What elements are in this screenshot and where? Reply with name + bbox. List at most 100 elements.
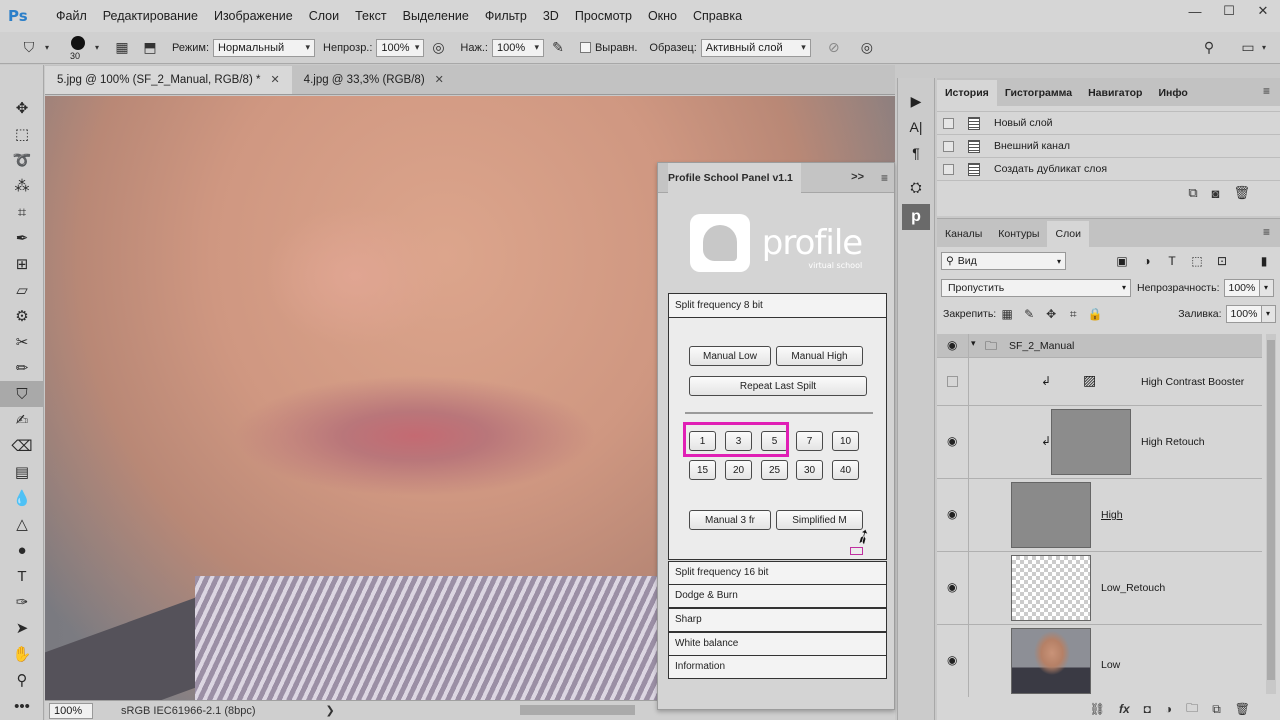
trash-icon[interactable]: 🗑 bbox=[1233, 185, 1250, 201]
mode-select[interactable]: Нормальный ▾ bbox=[213, 38, 316, 57]
horizontal-scrollbar[interactable] bbox=[520, 705, 635, 715]
filter-shape-icon[interactable]: ⬚ bbox=[1187, 254, 1207, 268]
history-brush-tool-icon[interactable]: ✍ bbox=[0, 407, 44, 433]
eraser-tool-icon[interactable]: ⌫ bbox=[0, 433, 44, 459]
filter-smart-object-icon[interactable]: ⊡ bbox=[1212, 254, 1232, 268]
menu-select[interactable]: Выделение bbox=[395, 0, 477, 32]
more-tools-icon[interactable]: ••• bbox=[0, 693, 44, 719]
lock-all-icon[interactable]: 🔒 bbox=[1084, 307, 1106, 321]
flow-field[interactable]: 100% ▾ bbox=[491, 38, 544, 57]
move-tool-icon[interactable]: ✥ bbox=[0, 95, 44, 121]
link-layers-icon[interactable]: ⛓ bbox=[1090, 702, 1105, 716]
close-icon[interactable]: ✕ bbox=[435, 66, 444, 94]
adjustment-layer-icon[interactable]: ◑ bbox=[1165, 702, 1172, 716]
history-item[interactable]: Создать дубликат слоя bbox=[937, 158, 1280, 181]
eye-icon[interactable]: ◉ bbox=[947, 507, 957, 521]
sample-select[interactable]: Активный слой ▾ bbox=[700, 38, 811, 57]
patch-tool-icon[interactable]: ▱ bbox=[0, 277, 44, 303]
menu-image[interactable]: Изображение bbox=[206, 0, 301, 32]
manual-high-button[interactable]: Manual High bbox=[776, 346, 863, 366]
lock-transparent-icon[interactable]: ▦ bbox=[996, 307, 1018, 321]
eye-icon[interactable]: ◉ bbox=[947, 434, 957, 448]
menu-file[interactable]: Файл bbox=[48, 0, 95, 32]
path-selection-tool-icon[interactable]: ➤ bbox=[0, 615, 44, 641]
filter-pixel-icon[interactable]: ▣ bbox=[1112, 254, 1132, 268]
menu-text[interactable]: Текст bbox=[347, 0, 394, 32]
zoom-tool-icon[interactable]: ⚲ bbox=[0, 667, 44, 693]
layer-style-icon[interactable]: fx bbox=[1119, 702, 1130, 716]
tab-history[interactable]: История bbox=[937, 80, 997, 106]
brush-preset-picker[interactable]: 30 bbox=[61, 33, 95, 63]
blend-mode-select[interactable]: Пропустить ▾ bbox=[941, 279, 1131, 297]
white-balance-section[interactable]: White balance bbox=[668, 632, 887, 656]
layer-mask-icon[interactable]: ◘ bbox=[1144, 702, 1151, 716]
repeat-last-split-button[interactable]: Repeat Last Spilt bbox=[689, 376, 867, 396]
chevron-down-icon[interactable]: ▾ bbox=[1259, 279, 1274, 297]
tab-layers[interactable]: Слои bbox=[1047, 221, 1090, 247]
character-panel-icon[interactable]: A| bbox=[898, 114, 934, 140]
simplified-m-button[interactable]: Simplified M bbox=[776, 510, 863, 530]
gradient-tool-icon[interactable]: ▤ bbox=[0, 459, 44, 485]
new-group-icon[interactable]: 🗀 bbox=[1186, 699, 1198, 720]
history-item[interactable]: Новый слой bbox=[937, 112, 1280, 135]
clone-source-panel-icon[interactable]: ⛭ bbox=[898, 174, 934, 200]
opacity-field[interactable]: 100% ▾ bbox=[376, 38, 425, 57]
collapse-chevron-icon[interactable]: >> bbox=[851, 171, 864, 183]
sharpen-tool-icon[interactable]: △ bbox=[0, 511, 44, 537]
manual-3-fr-button[interactable]: Manual 3 fr bbox=[689, 510, 771, 530]
filter-type-icon[interactable]: T bbox=[1162, 254, 1182, 268]
chevron-down-icon[interactable]: ▾ bbox=[1261, 305, 1276, 323]
crop-tool-icon[interactable]: ⌗ bbox=[0, 199, 44, 225]
marquee-tool-icon[interactable]: ⬚ bbox=[0, 121, 44, 147]
clone-stamp-tool-icon[interactable]: ⛉ bbox=[0, 381, 44, 407]
type-tool-icon[interactable]: T bbox=[0, 563, 44, 589]
airbrush-icon[interactable]: ✎ bbox=[547, 37, 569, 59]
search-icon[interactable]: ⚲ bbox=[1198, 37, 1220, 59]
lasso-tool-icon[interactable]: ➰ bbox=[0, 147, 44, 173]
chevron-down-icon[interactable]: ▾ bbox=[95, 43, 99, 52]
ignore-adjustment-icon[interactable]: ⊘ bbox=[823, 37, 845, 59]
information-section[interactable]: Information bbox=[668, 655, 887, 679]
layer-row[interactable]: ◉ ↲ High Retouch bbox=[937, 406, 1262, 479]
dodge-burn-section[interactable]: Dodge & Burn bbox=[668, 584, 887, 608]
chevron-down-icon[interactable]: ▾ bbox=[971, 338, 976, 349]
play-actions-icon[interactable]: ▶ bbox=[898, 88, 934, 114]
radius-7-button[interactable]: 7 bbox=[796, 431, 823, 451]
radius-40-button[interactable]: 40 bbox=[832, 460, 859, 480]
pressure-opacity-icon[interactable]: ◎ bbox=[427, 37, 449, 59]
radius-15-button[interactable]: 15 bbox=[689, 460, 716, 480]
history-item[interactable]: Внешний канал bbox=[937, 135, 1280, 158]
eyedropper-tool-icon[interactable]: ✒ bbox=[0, 225, 44, 251]
layer-row[interactable]: ◉ Low_Retouch bbox=[937, 552, 1262, 625]
tab-paths[interactable]: Контуры bbox=[990, 221, 1047, 247]
tab-info[interactable]: Инфо bbox=[1150, 80, 1195, 106]
menu-edit[interactable]: Редактирование bbox=[95, 0, 206, 32]
red-eye-tool-icon[interactable]: ✂ bbox=[0, 329, 44, 355]
profile-panel-icon[interactable]: p bbox=[902, 204, 930, 230]
radius-10-button[interactable]: 10 bbox=[832, 431, 859, 451]
layer-fill-field[interactable]: 100% bbox=[1225, 305, 1262, 323]
menu-3d[interactable]: 3D bbox=[535, 0, 567, 32]
content-aware-icon[interactable]: ⚙ bbox=[0, 303, 44, 329]
manual-low-button[interactable]: Manual Low bbox=[689, 346, 771, 366]
close-icon[interactable]: ✕ bbox=[270, 66, 279, 94]
menu-view[interactable]: Просмотр bbox=[567, 0, 640, 32]
menu-window[interactable]: Окно bbox=[640, 0, 685, 32]
layer-filter-select[interactable]: ⚲ Вид ▾ bbox=[941, 252, 1066, 270]
panel-menu-icon[interactable]: ≡ bbox=[1263, 225, 1270, 239]
tab-document-4[interactable]: 4.jpg @ 33,3% (RGB/8) ✕ bbox=[292, 66, 456, 94]
panel-title[interactable]: Profile School Panel v1.1 bbox=[668, 162, 801, 193]
tab-channels[interactable]: Каналы bbox=[937, 221, 990, 247]
tab-document-5[interactable]: 5.jpg @ 100% (SF_2_Manual, RGB/8) * ✕ bbox=[45, 66, 292, 94]
pressure-size-icon[interactable]: ◎ bbox=[856, 37, 878, 59]
camera-snapshot-icon[interactable]: ◙ bbox=[1212, 186, 1220, 201]
visibility-toggle[interactable] bbox=[947, 376, 958, 387]
eye-icon[interactable]: ◉ bbox=[947, 580, 957, 594]
pen-tool-icon[interactable]: ✑ bbox=[0, 589, 44, 615]
layer-group-row[interactable]: ◉ ▾ 🗀 SF_2_Manual bbox=[937, 334, 1262, 358]
layer-row[interactable]: ↲ ▨ High Contrast Booster bbox=[937, 358, 1262, 406]
zoom-field[interactable]: 100% bbox=[49, 702, 93, 719]
close-icon[interactable]: ✕ bbox=[1246, 0, 1280, 22]
lock-artboard-icon[interactable]: ⌗ bbox=[1062, 307, 1084, 322]
hand-tool-icon[interactable]: ✋ bbox=[0, 641, 44, 667]
